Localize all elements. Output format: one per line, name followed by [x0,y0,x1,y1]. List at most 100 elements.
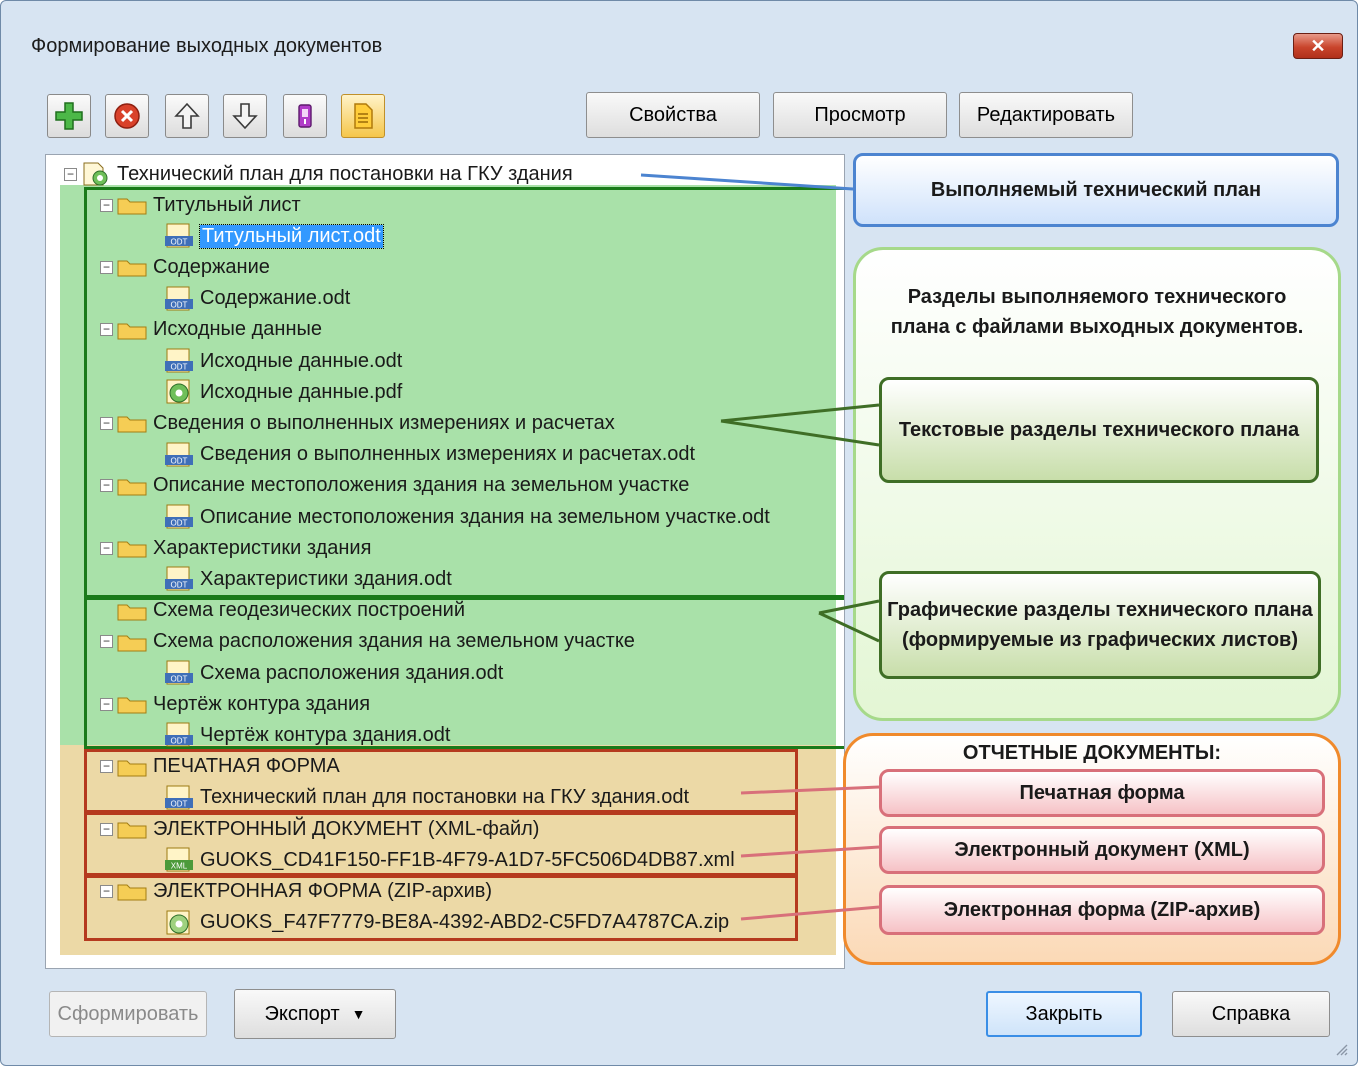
tree-root-label: Технический план для постановки на ГКУ з… [117,162,573,185]
collapse-icon[interactable]: − [64,167,77,181]
odt-file-icon: ODT [165,566,193,591]
callout-plan: Выполняемый технический план [853,153,1339,227]
tree-item-label: Технический план для постановки на ГКУ з… [200,786,690,809]
tree-file-row[interactable]: ODT Сведения о выполненных измерениях и р… [164,440,695,470]
collapse-icon[interactable]: − [100,479,113,493]
tree-file-row[interactable]: GUOKS_F47F7779-BE8A-4392-ABD2-C5FD7A4787… [164,908,729,938]
tree-file-row[interactable]: ODT Характеристики здания.odt [164,564,452,594]
arrow-up-icon [174,102,200,129]
export-button-label: Экспорт [264,1002,340,1025]
close-icon: ✕ [1310,36,1326,56]
document-tree[interactable]: − Технический план для постановки на ГКУ… [45,154,845,969]
tree-file-row[interactable]: ODT Описание местоположения здания на зем… [164,502,770,532]
tree-root[interactable]: − Технический план для постановки на ГКУ… [64,159,573,189]
collapse-icon[interactable]: − [100,635,113,649]
odt-file-icon: ODT [165,348,193,373]
usb-export-button[interactable] [283,94,327,138]
xml-file-icon: XML [165,847,193,872]
edit-button[interactable]: Редактировать [959,92,1133,138]
tree-file-row[interactable]: ODT Схема расположения здания.odt [164,658,503,688]
callout-xml-document: Электронный документ (XML) [879,826,1325,874]
delete-icon [114,103,140,129]
tree-file-row[interactable]: ODT Технический план для постановки на ГК… [164,783,689,813]
svg-text:ODT: ODT [171,238,188,247]
tree-item-label: Чертёж контура здания.odt [200,723,451,746]
tree-item-label: GUOKS_F47F7779-BE8A-4392-ABD2-C5FD7A4787… [200,911,730,934]
tree-folder-row[interactable]: − Схема расположения здания на земельном … [100,627,635,657]
tree-item-label: Сведения о выполненных измерениях и расч… [153,411,615,434]
title-bar[interactable]: Формирование выходных документов ✕ [1,1,1357,79]
folder-icon [117,635,147,652]
collapse-icon[interactable]: − [100,541,113,555]
collapse-icon[interactable]: − [100,697,113,711]
folder-icon [117,323,147,340]
svg-text:ODT: ODT [171,675,188,684]
tree-folder-row[interactable]: − Исходные данные [100,315,322,345]
tree-folder-row[interactable]: − ЭЛЕКТРОННАЯ ФОРМА (ZIP-архив) [100,876,492,906]
tree-file-row[interactable]: ODT Содержание.odt [164,284,350,314]
tree-item-label: Схема геодезических построений [153,599,466,622]
svg-text:ODT: ODT [171,581,188,590]
collapse-icon[interactable]: − [100,198,113,212]
pdf-file-icon [166,379,190,404]
tree-file-row[interactable]: XML GUOKS_CD41F150-FF1B-4F79-A1D7-5FC506D… [164,845,735,875]
tree-file-row[interactable]: ODT Исходные данные.odt [164,346,402,376]
tree-item-label: Исходные данные.pdf [200,380,403,403]
folder-icon [117,604,147,621]
resize-grip-icon[interactable] [1335,1043,1349,1057]
add-icon [55,102,83,130]
odt-file-icon: ODT [165,504,193,529]
document-mode-button[interactable] [341,94,385,138]
collapse-icon[interactable]: − [100,884,113,898]
collapse-icon[interactable]: − [100,760,113,774]
callout-sections-text: Разделы выполняемого технического плана … [890,286,1304,338]
document-icon [354,103,373,129]
plan-icon [83,162,108,186]
tree-file-row[interactable]: Исходные данные.pdf [164,377,402,407]
tree-item-label: GUOKS_CD41F150-FF1B-4F79-A1D7-5FC506D4DB… [200,848,735,871]
tree-file-row[interactable]: ODT Титульный лист.odt [164,221,384,251]
tree-item-label: Титульный лист.odt [199,223,384,249]
preview-button[interactable]: Просмотр [773,92,947,138]
tree-item-label: Описание местоположения здания на земель… [200,505,770,528]
odt-file-icon: ODT [165,722,193,747]
close-window-button[interactable]: ✕ [1293,33,1343,59]
move-down-button[interactable] [223,94,267,138]
tree-item-label: Описание местоположения здания на земель… [153,474,690,497]
tree-folder-row[interactable]: − Характеристики здания [100,533,371,563]
tree-folder-row[interactable]: − ЭЛЕКТРОННЫЙ ДОКУМЕНТ (XML-файл) [100,814,539,844]
folder-icon [117,260,147,277]
svg-text:ODT: ODT [171,456,188,465]
help-button[interactable]: Справка [1172,991,1330,1037]
collapse-icon[interactable]: − [100,260,113,274]
add-button[interactable] [47,94,91,138]
delete-button[interactable] [105,94,149,138]
collapse-icon[interactable]: − [100,323,113,337]
tree-item-label: ЭЛЕКТРОННЫЙ ДОКУМЕНТ (XML-файл) [153,817,540,840]
tree-folder-row[interactable]: Схема геодезических построений [100,596,465,626]
tree-folder-row[interactable]: − Чертёж контура здания [100,689,370,719]
collapse-icon[interactable]: − [100,822,113,836]
tree-item-label: Схема расположения здания.odt [200,661,504,684]
properties-button[interactable]: Свойства [586,92,760,138]
tree-item-label: Исходные данные.odt [200,349,403,372]
folder-icon [117,198,147,215]
tree-item-label: Титульный лист [153,193,301,216]
export-button[interactable]: Экспорт ▼ [234,989,396,1039]
arrow-down-icon [232,103,258,130]
svg-text:ODT: ODT [171,363,188,372]
move-up-button[interactable] [165,94,209,138]
collapse-icon[interactable]: − [100,416,113,430]
tree-folder-row[interactable]: − Описание местоположения здания на земел… [100,471,689,501]
tree-folder-row[interactable]: − Содержание [100,252,270,282]
odt-file-icon: ODT [165,785,193,810]
tree-file-row[interactable]: ODT Чертёж контура здания.odt [164,720,450,750]
tree-folder-row[interactable]: − ПЕЧАТНАЯ ФОРМА [100,752,340,782]
generate-button[interactable]: Сформировать [49,991,207,1037]
tree-folder-row[interactable]: − Титульный лист [100,190,301,220]
tree-folder-row[interactable]: − Сведения о выполненных измерениях и рас… [100,408,615,438]
dropdown-arrow-icon: ▼ [351,1006,366,1022]
tree-item-label: Характеристики здания.odt [200,567,452,590]
close-button[interactable]: Закрыть [986,991,1142,1037]
tree-item-label: ПЕЧАТНАЯ ФОРМА [153,755,340,778]
